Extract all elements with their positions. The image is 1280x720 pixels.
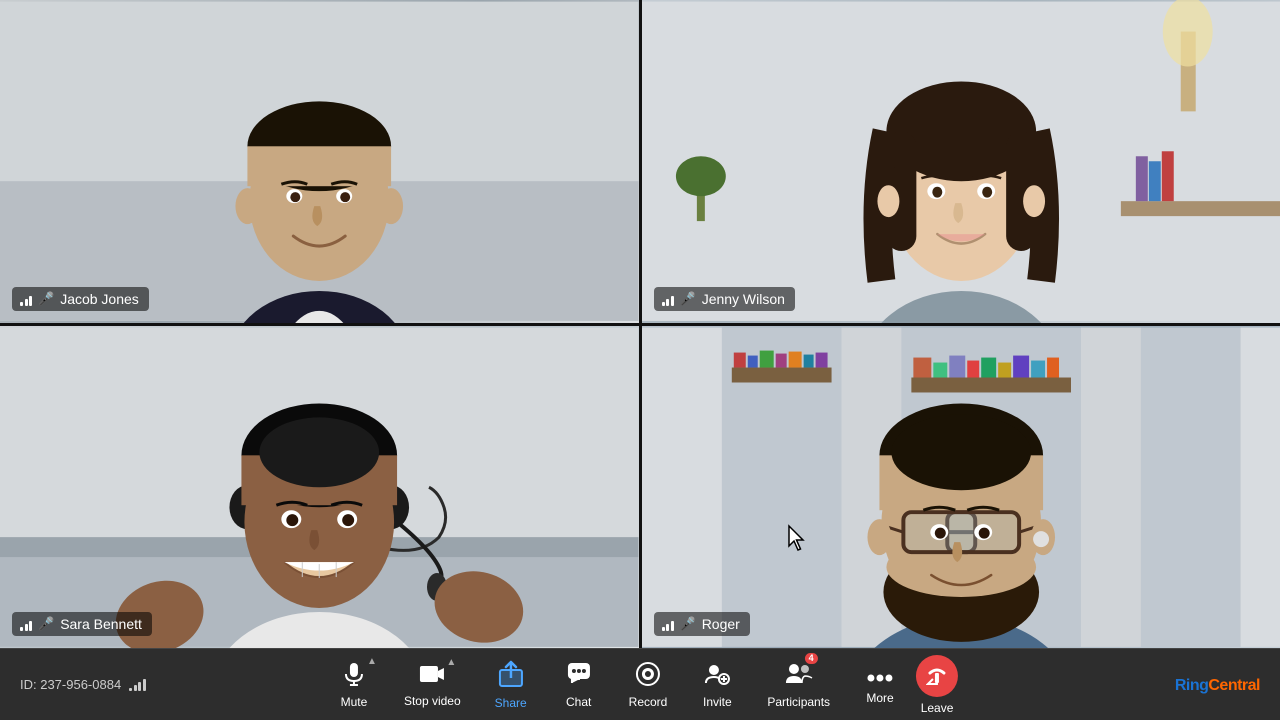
- signal-icon-jenny: [662, 292, 674, 306]
- participant-label-roger: 🎤 Roger: [654, 612, 750, 636]
- mute-button[interactable]: ▲ Mute: [322, 655, 386, 715]
- share-button[interactable]: Share: [479, 654, 543, 716]
- participants-count: 4: [805, 653, 818, 664]
- video-tile-jenny[interactable]: 🎤 Jenny Wilson: [642, 0, 1280, 323]
- stop-video-button[interactable]: ▲ Stop video: [390, 656, 475, 714]
- record-label: Record: [629, 695, 668, 709]
- share-label: Share: [495, 696, 527, 710]
- mute-label: Mute: [341, 695, 368, 709]
- mic-icon-roger: 🎤: [680, 616, 696, 632]
- toolbar: ID: 237-956-0884 ▲ Mute: [0, 648, 1280, 720]
- participant-name-jenny: Jenny Wilson: [702, 291, 785, 307]
- more-icon: [867, 665, 893, 687]
- more-button[interactable]: More: [848, 659, 912, 711]
- video-tile-jacob[interactable]: 🎤 Jacob Jones: [0, 0, 639, 323]
- participant-name-sara: Sara Bennett: [60, 616, 142, 632]
- stop-video-label: Stop video: [404, 694, 461, 708]
- signal-icon-sara: [20, 617, 32, 631]
- meeting-id: ID: 237-956-0884: [20, 677, 121, 692]
- participant-label-jacob: 🎤 Jacob Jones: [12, 287, 149, 311]
- participant-label-jenny: 🎤 Jenny Wilson: [654, 287, 795, 311]
- signal-icon-roger: [662, 617, 674, 631]
- participant-name-roger: Roger: [702, 616, 740, 632]
- invite-icon: [704, 661, 730, 691]
- chat-icon: [566, 661, 592, 691]
- record-button[interactable]: Record: [615, 655, 682, 715]
- participants-icon: 4: [784, 661, 814, 691]
- chat-label: Chat: [566, 695, 591, 709]
- leave-label: Leave: [921, 701, 954, 715]
- toolbar-left: ID: 237-956-0884: [20, 677, 146, 692]
- mic-icon-jenny: 🎤: [680, 291, 696, 307]
- signal-strength: [129, 679, 146, 691]
- mic-icon-jacob: 🎤: [38, 291, 54, 307]
- more-label: More: [866, 691, 893, 705]
- participant-label-sara: 🎤 Sara Bennett: [12, 612, 152, 636]
- video-tile-roger[interactable]: 🎤 Roger: [642, 326, 1280, 649]
- stop-video-icon: ▲: [418, 662, 446, 690]
- invite-button[interactable]: Invite: [685, 655, 749, 715]
- signal-icon-jacob: [20, 292, 32, 306]
- video-grid: 🎤 Jacob Jones: [0, 0, 1280, 648]
- participant-name-jacob: Jacob Jones: [60, 291, 139, 307]
- participants-label: Participants: [767, 695, 830, 709]
- brand-logo: RingCentral: [1175, 674, 1260, 695]
- video-tile-sara[interactable]: 🎤 Sara Bennett: [0, 326, 639, 649]
- participants-button[interactable]: 4 Participants: [753, 655, 844, 715]
- leave-button[interactable]: [916, 655, 958, 697]
- toolbar-center: ▲ Mute ▲ Stop video: [322, 654, 958, 716]
- record-icon: [635, 661, 661, 691]
- mic-icon-sara: 🎤: [38, 616, 54, 632]
- chat-button[interactable]: Chat: [547, 655, 611, 715]
- share-icon: [498, 660, 524, 692]
- invite-label: Invite: [703, 695, 732, 709]
- brand-name: RingCentral: [1175, 674, 1260, 694]
- mute-icon: ▲: [341, 661, 367, 691]
- leave-wrapper: Leave: [916, 655, 958, 715]
